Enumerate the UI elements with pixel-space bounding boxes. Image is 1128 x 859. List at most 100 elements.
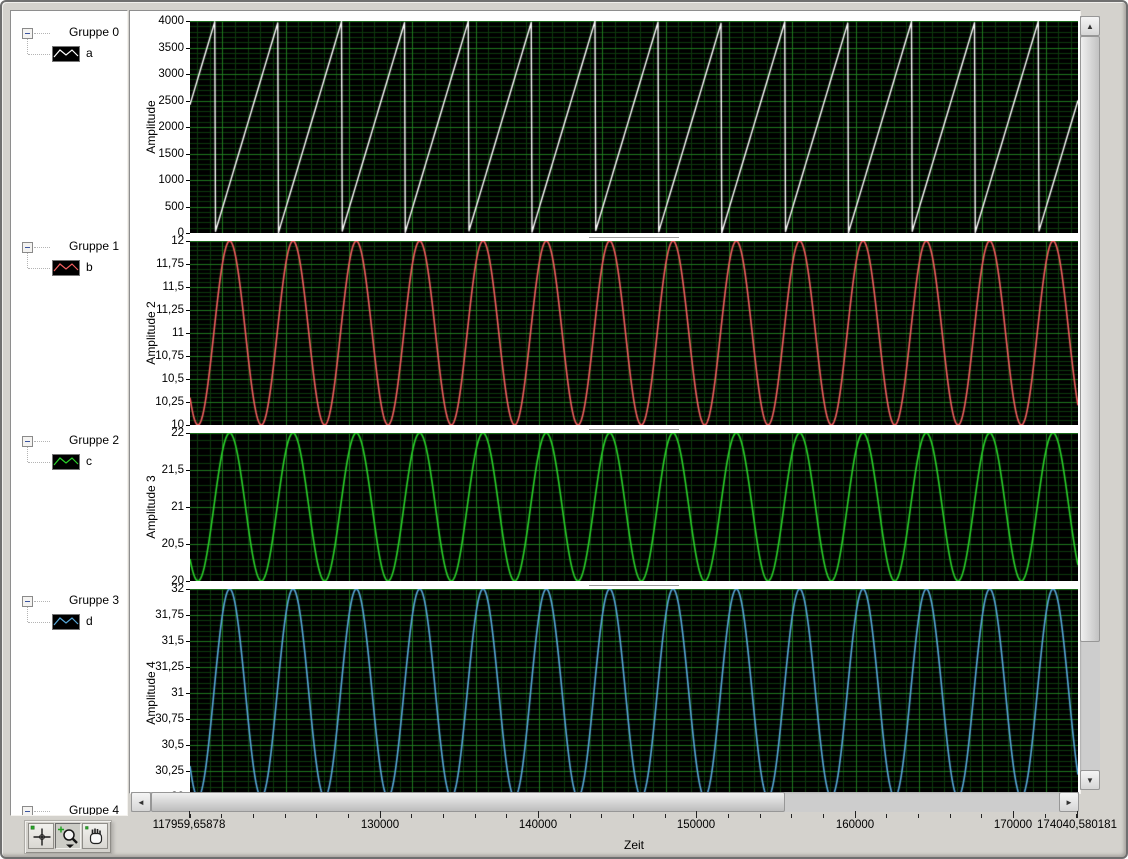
horizontal-scrollbar[interactable]: ◄ ►	[131, 792, 1079, 812]
plot-legend-thumbnail-a[interactable]	[52, 46, 80, 62]
y-tick-mark	[186, 544, 190, 545]
x-major-tick	[1013, 811, 1014, 818]
up-arrow-icon: ▲	[1086, 21, 1094, 31]
plot-separator	[589, 237, 679, 238]
y-tick-mark	[186, 264, 190, 265]
collapse-minus-icon	[25, 33, 30, 34]
crosshair-tool-button[interactable]	[28, 823, 54, 849]
y-tick-mark	[186, 333, 190, 334]
x-tick-label: 117959,65878	[152, 819, 226, 831]
y-tick-mark	[186, 641, 190, 642]
y-tick-mark	[186, 74, 190, 75]
tree-connector	[28, 622, 50, 624]
plot-area-d[interactable]	[190, 589, 1078, 792]
x-major-tick	[538, 811, 539, 818]
zoom-tool-button[interactable]	[55, 823, 81, 849]
plot-area-b[interactable]	[190, 241, 1078, 425]
scroll-down-button[interactable]: ▼	[1080, 770, 1100, 790]
group-label: Gruppe 0	[69, 25, 120, 39]
collapse-minus-icon	[25, 811, 30, 812]
labview-front-panel: Gruppe 0 a Gruppe 1 b Gruppe 2 c Gruppe 3 d Grup…	[0, 0, 1128, 859]
plot-separator	[589, 429, 679, 430]
x-minor-tick	[1045, 814, 1046, 818]
y-tick-mark	[186, 310, 190, 311]
y-tick-mark	[186, 356, 190, 357]
tree-expand-box[interactable]	[22, 242, 33, 253]
x-minor-tick	[316, 814, 317, 818]
tree-expand-box[interactable]	[22, 596, 33, 607]
x-minor-tick	[348, 814, 349, 818]
tree-connector	[28, 268, 50, 270]
tree-connector	[27, 447, 29, 462]
x-minor-tick	[190, 814, 191, 818]
x-minor-tick	[633, 814, 634, 818]
y-tick-mark	[186, 127, 190, 128]
tree-connector	[34, 441, 50, 443]
x-minor-tick	[411, 814, 412, 818]
y-tick-mark	[186, 153, 190, 155]
x-minor-tick	[475, 814, 476, 818]
horizontal-scrollbar-thumb[interactable]	[151, 792, 785, 812]
x-minor-tick	[950, 814, 951, 818]
y-axis-title: Amplitude	[144, 100, 158, 154]
tree-expand-box[interactable]	[22, 28, 33, 39]
y-tick-mark	[186, 21, 190, 22]
crosshair-icon	[30, 825, 51, 846]
scroll-up-button[interactable]: ▲	[1080, 16, 1100, 36]
y-tick-mark	[186, 180, 190, 181]
tree-expand-box[interactable]	[22, 436, 33, 447]
magnifier-icon	[58, 826, 78, 848]
x-minor-tick	[918, 814, 919, 818]
y-tick-mark	[186, 693, 190, 694]
plot-separator	[589, 585, 679, 586]
series-name: d	[86, 614, 93, 628]
x-tick-label: 160000	[835, 819, 875, 831]
pan-tool-button[interactable]	[82, 823, 108, 849]
y-tick-mark	[186, 433, 190, 434]
x-major-tick	[855, 811, 856, 818]
scroll-left-button[interactable]: ◄	[131, 792, 151, 812]
scroll-right-button[interactable]: ►	[1059, 792, 1079, 812]
y-tick-mark	[186, 771, 190, 772]
y-tick-mark	[186, 100, 190, 102]
y-tick-mark	[186, 241, 190, 242]
group-label: Gruppe 1	[69, 239, 120, 253]
x-major-tick	[189, 811, 190, 818]
y-tick-mark	[186, 287, 190, 288]
plot-area-a[interactable]	[190, 21, 1078, 233]
x-minor-tick	[253, 814, 254, 818]
x-major-tick	[1077, 811, 1078, 818]
group-label: Gruppe 2	[69, 433, 120, 447]
x-minor-tick	[760, 814, 761, 818]
tree-connector	[28, 462, 50, 464]
vertical-scrollbar[interactable]: ▲ ▼	[1080, 16, 1100, 790]
x-minor-tick	[601, 814, 602, 818]
legend-group-2: Gruppe 2 c	[11, 433, 127, 475]
plot-legend-thumbnail-b[interactable]	[52, 260, 80, 276]
x-minor-tick	[443, 814, 444, 818]
plot-legend-panel: Gruppe 0 a Gruppe 1 b Gruppe 2 c Gruppe 3 d Grup…	[10, 10, 128, 816]
legend-group-4: Gruppe 4	[11, 803, 127, 816]
plot-legend-thumbnail-c[interactable]	[52, 454, 80, 470]
y-tick-mark	[186, 745, 190, 746]
legend-group-3: Gruppe 3 d	[11, 593, 127, 635]
plot-area-c[interactable]	[190, 433, 1078, 581]
tree-connector	[28, 54, 50, 56]
y-tick-mark	[186, 402, 190, 403]
down-arrow-icon: ▼	[1086, 775, 1094, 785]
group-label: Gruppe 4	[69, 803, 120, 816]
x-minor-tick	[221, 814, 222, 818]
vertical-scrollbar-thumb[interactable]	[1080, 36, 1100, 642]
graph-palette	[24, 820, 112, 854]
mixed-signal-graph: 4000 3500 3000 2500 2000 1500 1000 500 0 Amplitud…	[129, 10, 1081, 794]
y-axis-title: Amplitude 4	[144, 661, 158, 725]
waveform-icon	[53, 617, 79, 626]
plot-legend-thumbnail-d[interactable]	[52, 614, 80, 630]
left-arrow-icon: ◄	[137, 797, 145, 807]
hand-icon	[85, 826, 103, 845]
y-tick-mark	[186, 206, 190, 208]
y-tick-mark	[186, 615, 190, 616]
y-axis-title: Amplitude 2	[144, 301, 158, 365]
tree-expand-box[interactable]	[22, 806, 33, 815]
x-major-tick	[696, 811, 697, 818]
